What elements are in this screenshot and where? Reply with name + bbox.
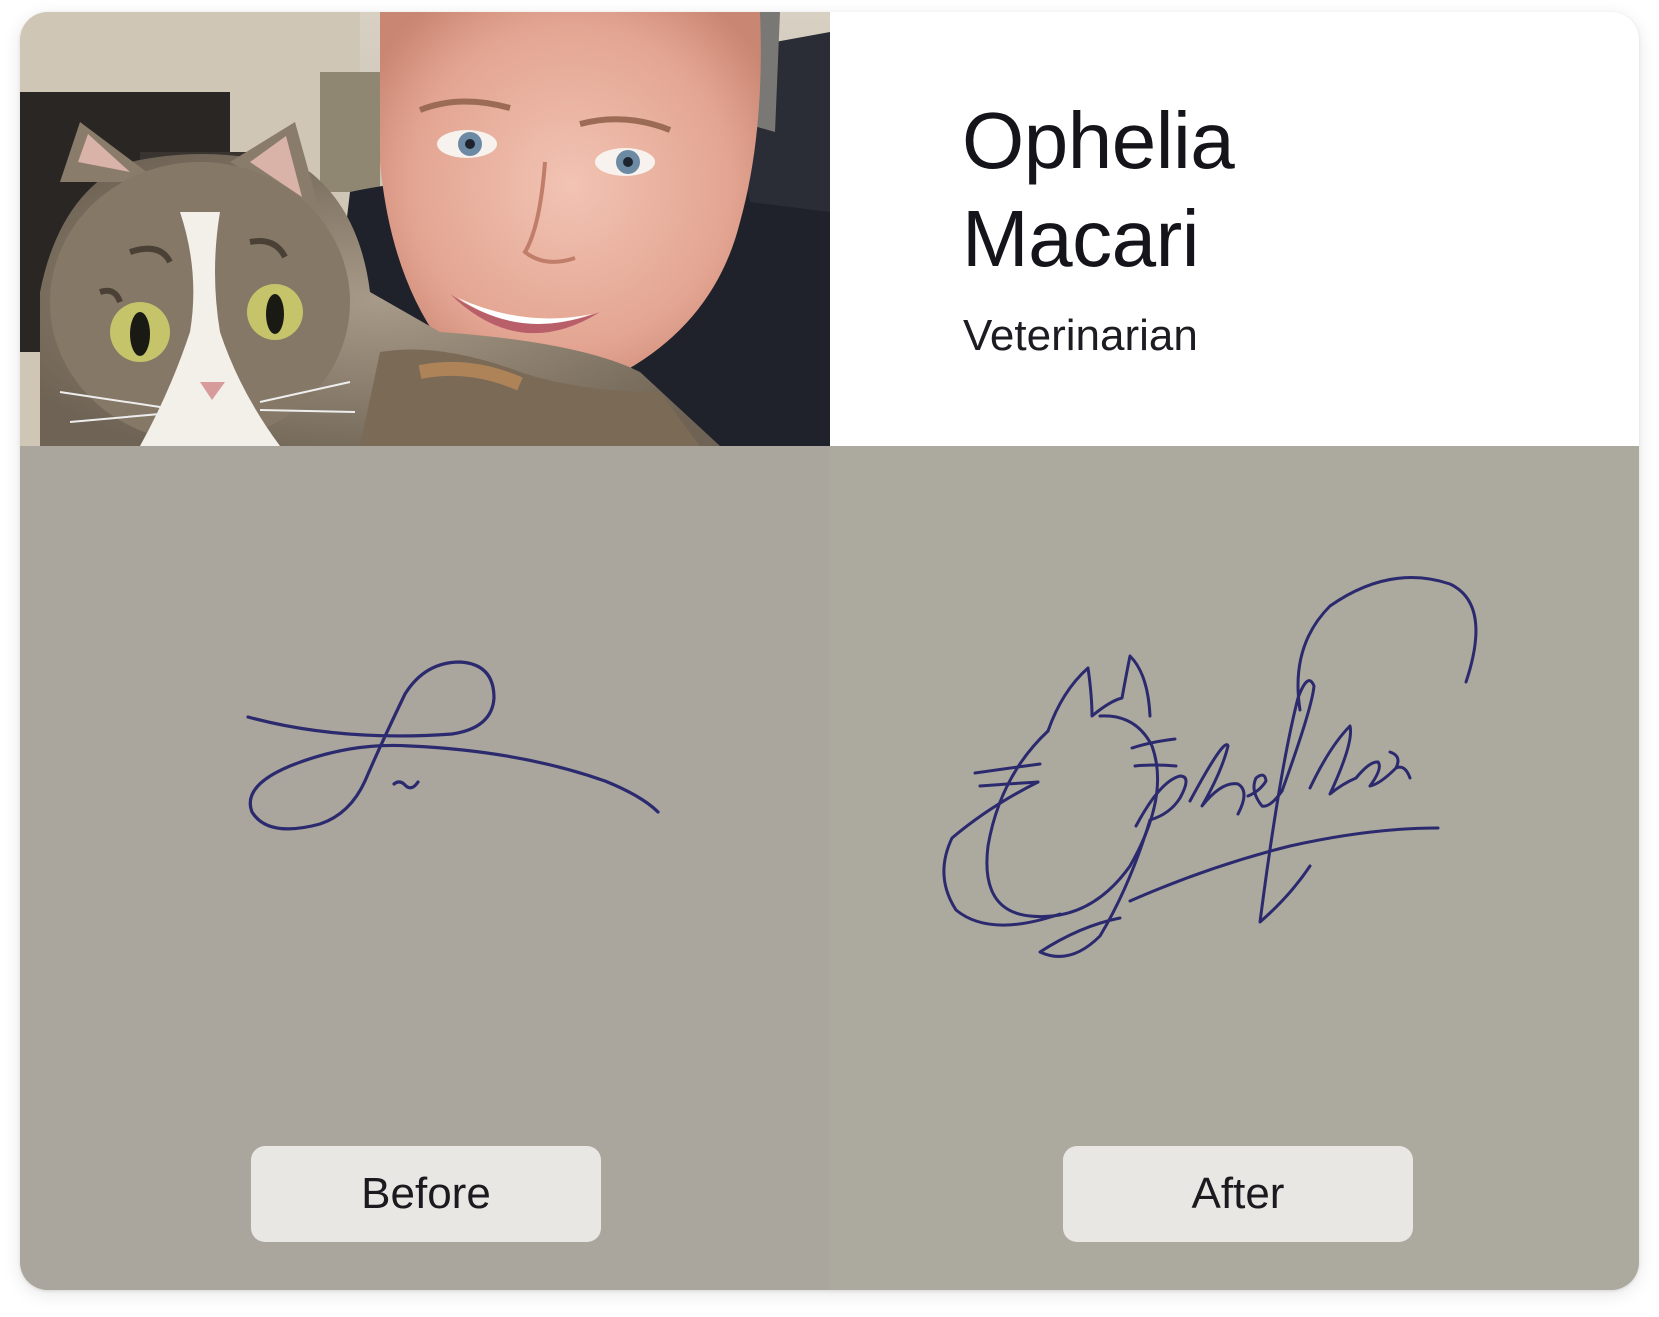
profile-role: Veterinarian: [963, 311, 1198, 360]
before-button[interactable]: Before: [251, 1146, 601, 1242]
last-name: Macari: [962, 194, 1200, 283]
profile-info: Ophelia Macari Veterinarian: [830, 12, 1639, 446]
before-signature-panel: Before: [20, 446, 830, 1290]
after-button[interactable]: After: [1063, 1146, 1413, 1242]
after-signature-panel: After: [830, 446, 1639, 1290]
first-name: Ophelia: [962, 96, 1235, 185]
profile-photo: [20, 12, 830, 446]
profile-name: Ophelia Macari: [962, 92, 1235, 288]
woman-with-cat-photo: [20, 12, 830, 446]
profile-card: Ophelia Macari Veterinarian Before After: [20, 12, 1639, 1290]
